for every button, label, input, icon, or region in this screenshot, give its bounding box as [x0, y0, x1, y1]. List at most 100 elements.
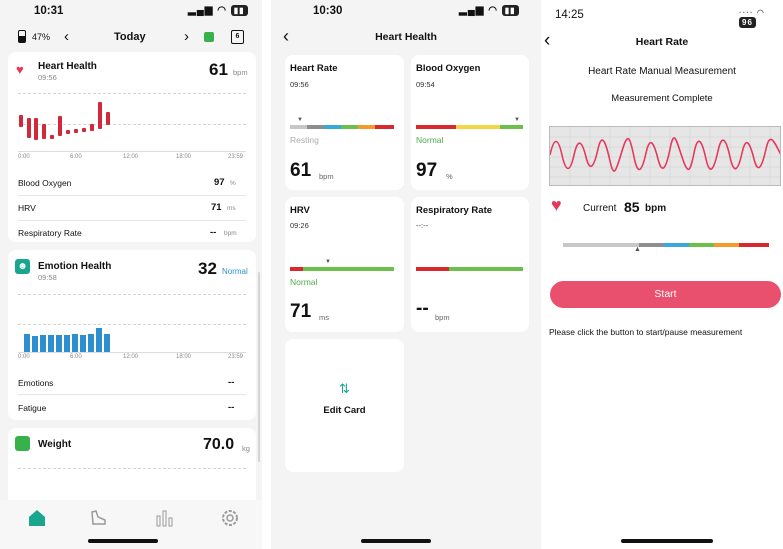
metric-row[interactable]: Emotions -- — [18, 376, 246, 394]
stats-icon[interactable] — [154, 508, 174, 528]
axis-label: 0:00 — [18, 154, 30, 160]
emotion-health-title: Emotion Health — [38, 261, 112, 272]
card-time: --:-- — [416, 221, 429, 230]
axis-label: 6:00 — [70, 154, 82, 160]
status-time: 10:31 — [34, 5, 64, 17]
metric-row[interactable]: HRV 71 ms — [18, 201, 246, 219]
hr-bar — [50, 135, 54, 139]
status-time: 14:25 — [555, 9, 584, 21]
heartbeat-icon: ♥ — [551, 195, 562, 215]
hrv-card[interactable]: HRV 09:26 ▼ Normal 71 ms — [285, 197, 404, 332]
emotion-bar — [64, 335, 70, 352]
emotion-bar — [24, 334, 30, 352]
hr-bar — [34, 118, 38, 140]
card-unit: bpm — [319, 172, 334, 181]
status-bar: 14:25 ···· ◠ 96 — [541, 0, 783, 28]
scale-segment — [739, 243, 769, 247]
emotion-bar — [80, 335, 86, 352]
heart-health-screen: 10:30 ▂▄▆ ◠ ▮▮ ‹ Heart Health Heart Rate… — [271, 0, 541, 549]
page-title: Heart Rate — [635, 36, 689, 48]
emotion-bar — [32, 336, 38, 352]
metric-row[interactable]: Fatigue -- — [18, 401, 246, 419]
weight-value: 70.0 — [203, 436, 235, 453]
scrollbar[interactable] — [258, 272, 260, 462]
edit-card-label: Edit Card — [323, 405, 366, 416]
heart-rate-card[interactable]: Heart Rate 09:56 ▼ Resting 61 bpm — [285, 55, 404, 190]
weight-unit: kg — [242, 444, 250, 453]
metric-unit: % — [230, 180, 236, 187]
scale-segment — [341, 125, 358, 129]
hr-bar — [58, 116, 62, 136]
scale-marker-icon: ▼ — [514, 117, 520, 123]
divider — [18, 220, 246, 221]
home-screen: 10:31 ▂▄▆ ◠ ▮▮ 47% ‹ Today › 6 ♥ Heart H… — [0, 0, 262, 549]
sneaker-icon[interactable] — [88, 508, 108, 528]
card-title: Blood Oxygen — [416, 63, 481, 74]
scale-marker-icon: ▼ — [297, 117, 303, 123]
card-state: Resting — [290, 135, 319, 145]
card-value: 71 — [290, 301, 312, 322]
metric-row[interactable]: Blood Oxygen 97 % — [18, 176, 246, 194]
metric-label: Fatigue — [18, 403, 47, 413]
metric-value: -- — [210, 227, 217, 238]
prev-day-button[interactable]: ‹ — [64, 28, 69, 45]
emotion-bar — [72, 334, 78, 352]
respiratory-rate-card[interactable]: Respiratory Rate --:-- -- bpm — [411, 197, 529, 332]
chart-gridline — [18, 93, 246, 94]
ecg-waveform — [549, 126, 781, 186]
next-day-button[interactable]: › — [184, 28, 189, 45]
emotion-bar — [96, 328, 102, 352]
scale-segment — [563, 243, 639, 247]
scale-segment — [456, 125, 500, 129]
metric-value: 97 — [214, 177, 225, 188]
date-bar: 47% ‹ Today › 6 — [0, 28, 262, 48]
chart-gridline — [18, 324, 246, 325]
metric-unit: ms — [227, 205, 236, 212]
axis-label: 12:00 — [123, 354, 139, 360]
scale-segment — [639, 243, 664, 247]
hr-bar — [74, 129, 78, 133]
scale-segment — [689, 243, 714, 247]
sync-status-icon[interactable] — [204, 32, 214, 42]
start-button[interactable]: Start — [550, 281, 781, 308]
scale-segment — [324, 125, 341, 129]
heart-health-title: Heart Health — [38, 61, 97, 72]
battery-icon: ▮▮ — [501, 5, 519, 16]
chart-baseline — [18, 352, 246, 353]
scale-segment — [500, 125, 523, 129]
card-title: HRV — [290, 205, 310, 216]
card-time: 09:54 — [416, 80, 435, 89]
measurement-hint: Please click the button to start/pause m… — [549, 327, 743, 337]
card-unit: bpm — [435, 313, 450, 322]
hr-bar — [98, 102, 102, 129]
chart-gridline — [18, 124, 246, 125]
edit-card-button[interactable]: ⇅ Edit Card — [285, 339, 404, 472]
status-bar: 10:30 ▂▄▆ ◠ ▮▮ — [271, 0, 541, 22]
emotion-bar — [48, 335, 54, 352]
weight-card[interactable]: Weight 70.0 kg — [8, 428, 256, 510]
card-time: 09:26 — [290, 221, 309, 230]
settings-icon[interactable] — [220, 508, 240, 528]
axis-label: 12:00 — [123, 154, 139, 160]
blood-oxygen-card[interactable]: Blood Oxygen 09:54 ▼ Normal 97 % — [411, 55, 529, 190]
metric-unit: bpm — [224, 230, 237, 237]
heart-health-card[interactable]: ♥ Heart Health 09:56 61 bpm 0:00 6:00 12… — [8, 52, 256, 242]
current-unit: bpm — [645, 203, 667, 214]
calendar-icon[interactable]: 6 — [231, 30, 244, 44]
scale-segment — [416, 267, 449, 271]
scale-segment — [416, 125, 456, 129]
measurement-status: Measurement Complete — [611, 93, 713, 104]
current-label: Current — [583, 203, 617, 214]
home-icon[interactable] — [27, 508, 47, 528]
axis-label: 6:00 — [70, 354, 82, 360]
chart-gridline — [18, 294, 246, 295]
axis-label: 23:59 — [228, 154, 244, 160]
metric-label: HRV — [18, 203, 36, 213]
person-icon: ☻ — [15, 259, 30, 274]
hr-bar — [82, 128, 86, 132]
metric-row[interactable]: Respiratory Rate -- bpm — [18, 226, 246, 244]
scale-segment — [375, 125, 394, 129]
heart-icon: ♥ — [16, 62, 24, 77]
battery-icon: ▮▮ — [230, 5, 248, 16]
emotion-health-card[interactable]: ☻ Emotion Health 09:58 32 Normal 0:00 6:… — [8, 250, 256, 420]
